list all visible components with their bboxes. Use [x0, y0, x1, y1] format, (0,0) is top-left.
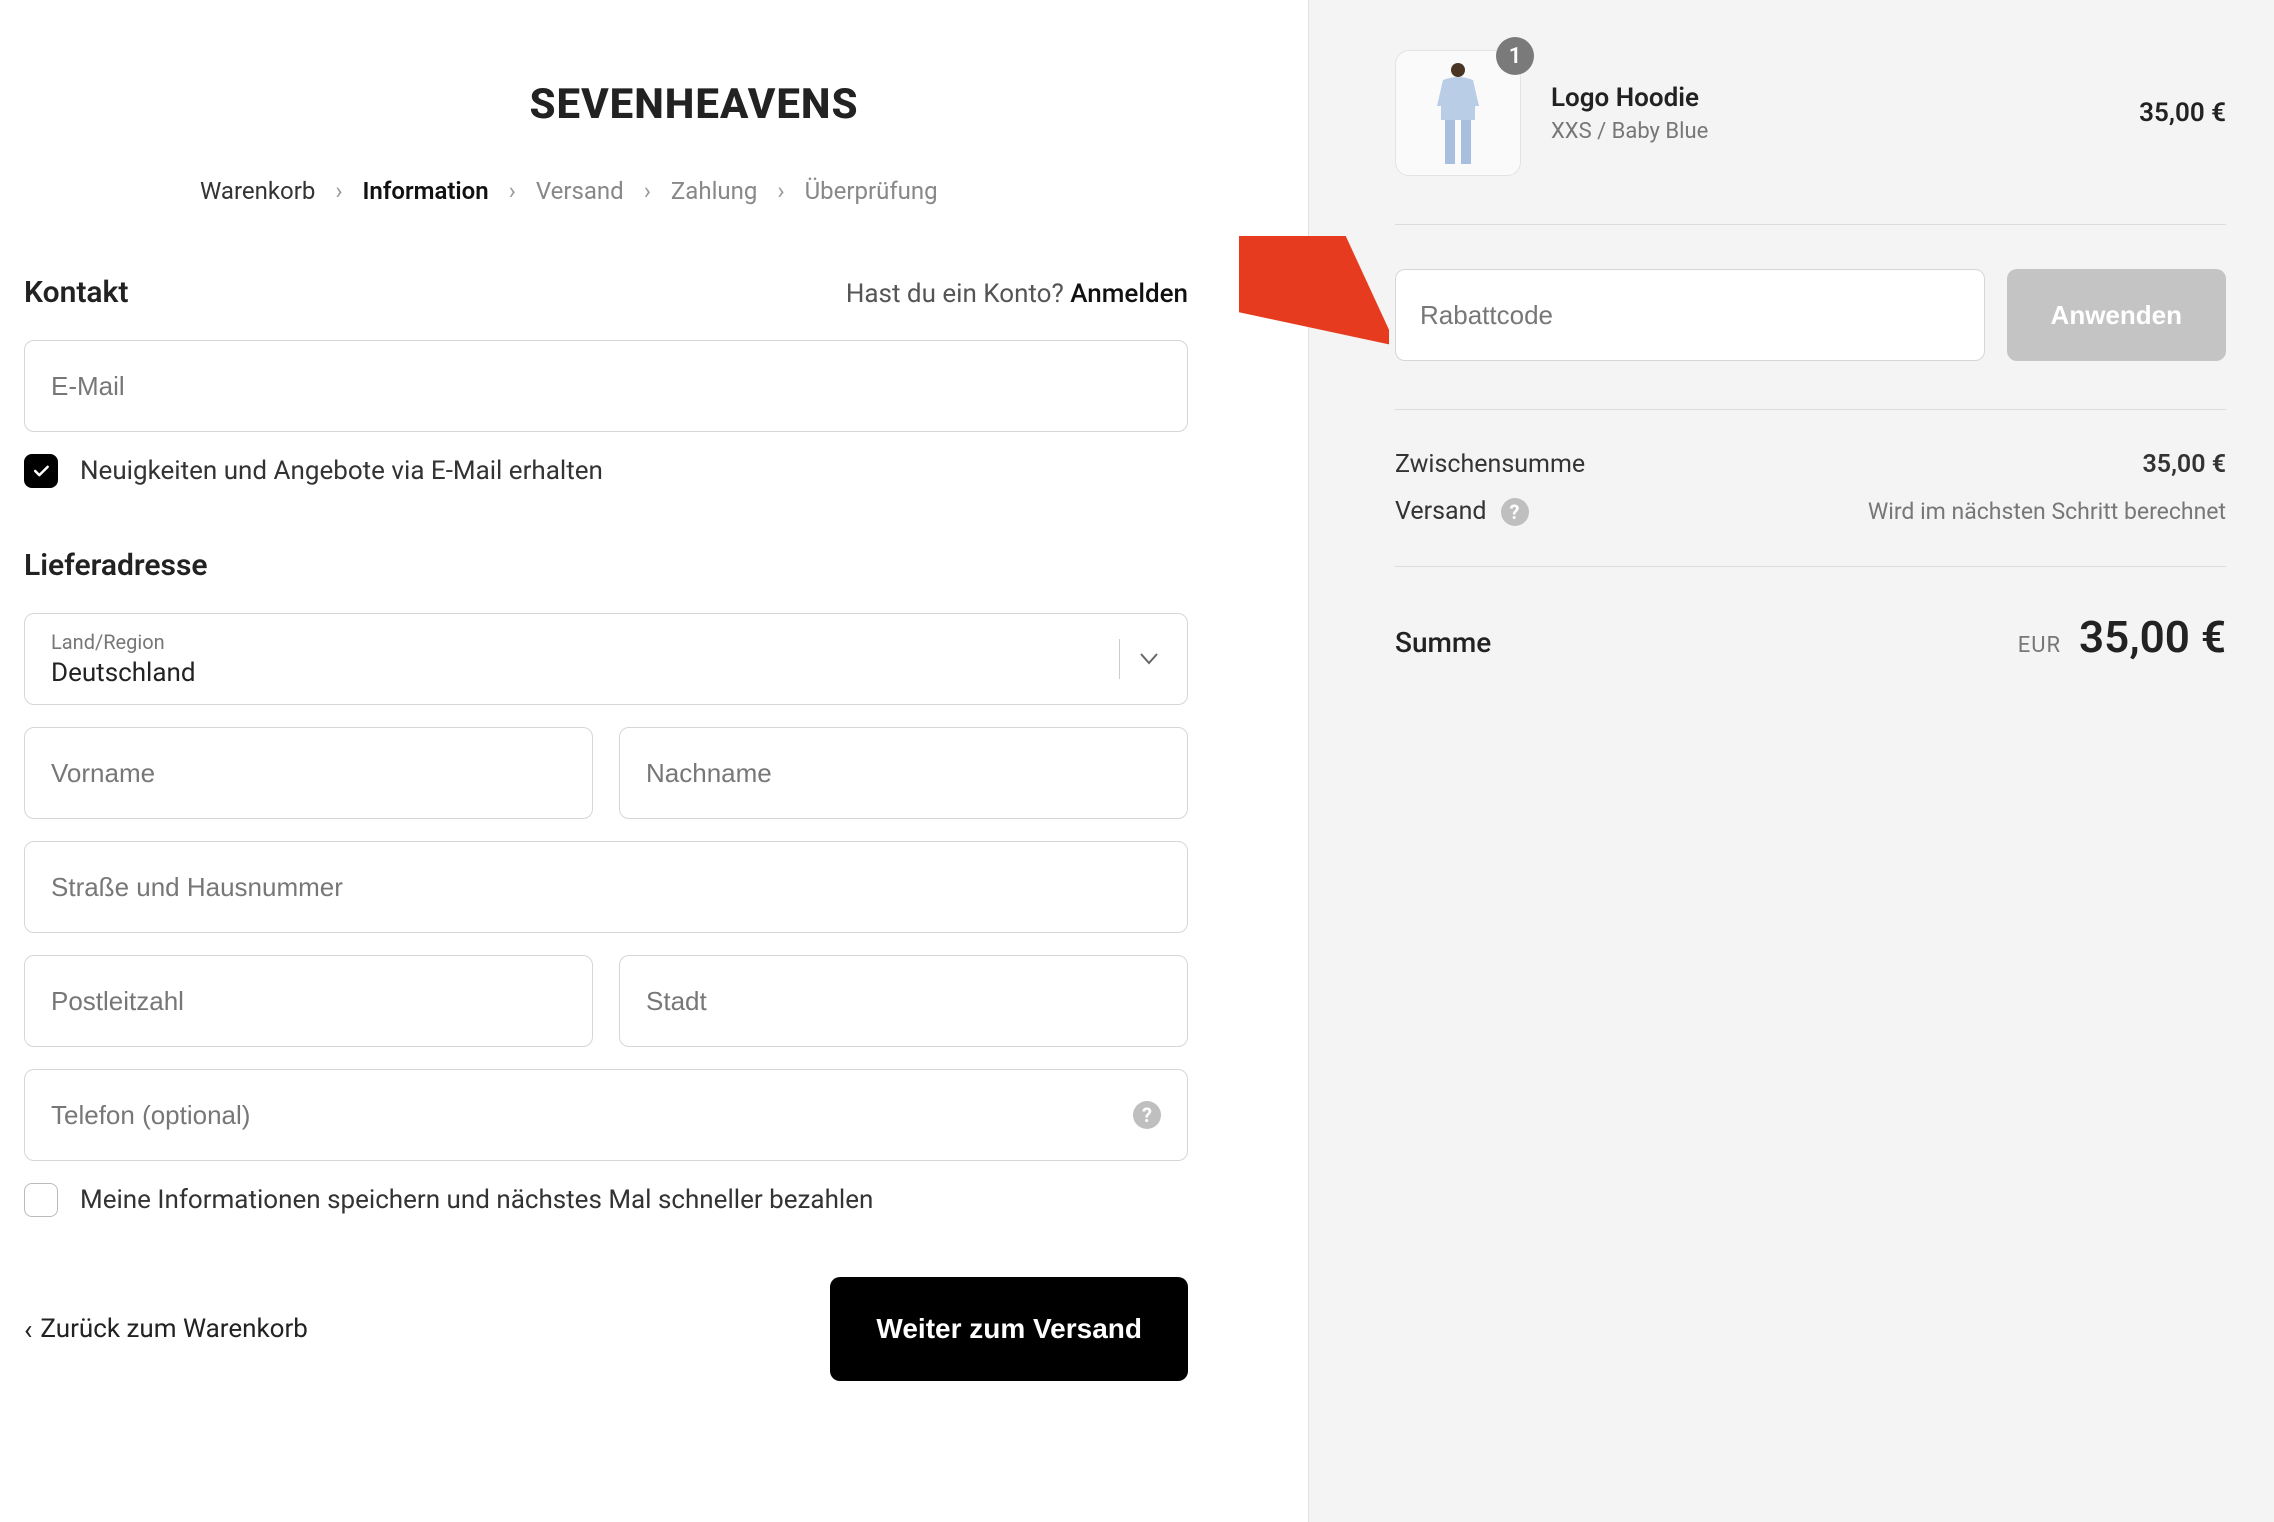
chevron-right-icon: ›	[335, 177, 342, 205]
subtotal-label: Zwischensumme	[1395, 450, 1585, 479]
help-icon[interactable]: ?	[1133, 1101, 1161, 1129]
street-field[interactable]	[51, 872, 1161, 903]
first-name-field-wrapper[interactable]	[24, 727, 593, 819]
first-name-field[interactable]	[51, 758, 566, 789]
phone-field-wrapper[interactable]: ?	[24, 1069, 1188, 1161]
city-field[interactable]	[646, 986, 1161, 1017]
continue-to-shipping-button[interactable]: Weiter zum Versand	[830, 1277, 1188, 1381]
last-name-field[interactable]	[646, 758, 1161, 789]
breadcrumb-shipping: Versand	[536, 177, 624, 205]
city-field-wrapper[interactable]	[619, 955, 1188, 1047]
discount-code-wrapper[interactable]	[1395, 269, 1985, 361]
breadcrumb-review: Überprüfung	[805, 177, 938, 205]
login-prompt-text: Hast du ein Konto?	[846, 279, 1064, 309]
shipping-label: Versand	[1395, 497, 1487, 526]
zip-field[interactable]	[51, 986, 566, 1017]
login-link[interactable]: Anmelden	[1070, 279, 1188, 309]
country-label: Land/Region	[51, 630, 165, 654]
total-currency: EUR	[2018, 633, 2061, 658]
country-value: Deutschland	[51, 658, 196, 688]
street-field-wrapper[interactable]	[24, 841, 1188, 933]
discount-code-field[interactable]	[1420, 300, 1960, 331]
chevron-down-icon	[1119, 639, 1159, 679]
breadcrumb-information[interactable]: Information	[363, 177, 489, 205]
last-name-field-wrapper[interactable]	[619, 727, 1188, 819]
country-select[interactable]: Land/Region Deutschland	[24, 613, 1188, 705]
back-to-cart-label: Zurück zum Warenkorb	[40, 1314, 307, 1344]
phone-field[interactable]	[51, 1100, 1161, 1131]
total-label: Summe	[1395, 626, 1491, 659]
shipping-address-title: Lieferadresse	[24, 548, 208, 583]
email-field[interactable]	[51, 371, 1161, 402]
help-icon[interactable]: ?	[1501, 498, 1529, 526]
breadcrumb-payment: Zahlung	[671, 177, 757, 205]
total-value: 35,00 €	[2079, 611, 2226, 663]
cart-item: 1 Logo Hoodie XXS / Baby Blue 35,00 €	[1395, 50, 2226, 225]
zip-field-wrapper[interactable]	[24, 955, 593, 1047]
save-info-checkbox[interactable]	[24, 1183, 58, 1217]
check-icon	[31, 461, 51, 481]
subtotal-value: 35,00 €	[2143, 450, 2227, 479]
shipping-note: Wird im nächsten Schritt berechnet	[1868, 498, 2226, 525]
product-name: Logo Hoodie	[1551, 83, 2109, 113]
login-prompt: Hast du ein Konto? Anmelden	[846, 279, 1188, 309]
breadcrumb-cart[interactable]: Warenkorb	[200, 177, 315, 205]
email-field-wrapper[interactable]	[24, 340, 1188, 432]
chevron-right-icon: ›	[777, 177, 784, 205]
apply-discount-button[interactable]: Anwenden	[2007, 269, 2226, 361]
chevron-right-icon: ›	[509, 177, 516, 205]
breadcrumb: Warenkorb › Information › Versand › Zahl…	[200, 177, 1188, 205]
back-to-cart-link[interactable]: ‹ Zurück zum Warenkorb	[24, 1313, 308, 1346]
quantity-badge: 1	[1496, 37, 1534, 75]
product-variant: XXS / Baby Blue	[1551, 119, 2109, 144]
contact-title: Kontakt	[24, 275, 128, 310]
chevron-left-icon: ‹	[24, 1313, 32, 1346]
newsletter-checkbox[interactable]	[24, 454, 58, 488]
chevron-right-icon: ›	[644, 177, 651, 205]
brand-logo: SEVENHEAVENS	[200, 80, 1188, 129]
product-price: 35,00 €	[2139, 98, 2226, 128]
newsletter-label: Neuigkeiten und Angebote via E-Mail erha…	[80, 456, 603, 486]
save-info-label: Meine Informationen speichern und nächst…	[80, 1185, 873, 1215]
product-thumbnail: 1	[1395, 50, 1521, 176]
